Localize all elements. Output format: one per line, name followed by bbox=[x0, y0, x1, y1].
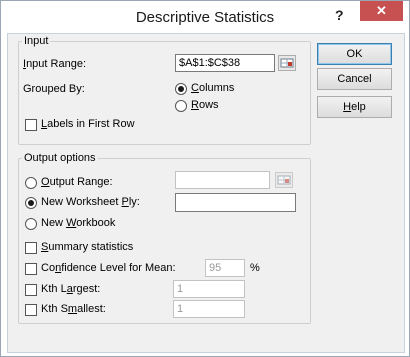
range-select-icon bbox=[280, 58, 294, 68]
new-worksheet-ply-label: New Worksheet Ply: bbox=[41, 196, 140, 208]
percent-sign: % bbox=[250, 262, 260, 274]
rows-radio[interactable] bbox=[175, 100, 187, 112]
kth-smallest-field[interactable]: 1 bbox=[173, 300, 245, 318]
columns-radio[interactable] bbox=[175, 83, 187, 95]
help-button[interactable]: Help bbox=[317, 96, 392, 118]
descriptive-statistics-dialog: Descriptive Statistics ? ✕ Input Input R… bbox=[0, 0, 410, 357]
kth-smallest-label: Kth Smallest: bbox=[41, 303, 106, 315]
rows-label: Rows bbox=[191, 99, 219, 111]
output-range-radio[interactable] bbox=[25, 177, 37, 189]
confidence-level-field[interactable]: 95 bbox=[205, 259, 245, 277]
kth-largest-checkbox[interactable] bbox=[25, 284, 37, 296]
grouped-by-label: Grouped By: bbox=[23, 83, 85, 95]
confidence-level-checkbox[interactable] bbox=[25, 263, 37, 275]
title-bar: Descriptive Statistics ? ✕ bbox=[1, 1, 409, 33]
help-icon[interactable]: ? bbox=[335, 7, 344, 23]
output-range-field[interactable] bbox=[175, 171, 270, 189]
labels-first-row-checkbox[interactable] bbox=[25, 119, 37, 131]
cancel-button[interactable]: Cancel bbox=[317, 68, 392, 90]
range-select-icon bbox=[277, 175, 291, 185]
summary-statistics-checkbox[interactable] bbox=[25, 242, 37, 254]
new-worksheet-ply-field[interactable] bbox=[175, 193, 296, 212]
dialog-title: Descriptive Statistics bbox=[135, 9, 275, 26]
input-range-label: Input Range: bbox=[23, 58, 86, 70]
kth-largest-field[interactable]: 1 bbox=[173, 280, 245, 298]
close-button[interactable]: ✕ bbox=[360, 1, 403, 21]
kth-largest-label: Kth Largest: bbox=[41, 283, 101, 295]
summary-statistics-label: Summary statistics bbox=[41, 241, 134, 253]
input-range-field[interactable]: $A$1:$C$38 bbox=[175, 54, 275, 72]
output-range-collapse-button[interactable] bbox=[275, 172, 293, 188]
new-workbook-label: New Workbook bbox=[41, 217, 116, 229]
new-worksheet-ply-radio[interactable] bbox=[25, 197, 37, 209]
output-range-label: Output Range: bbox=[41, 176, 113, 188]
kth-smallest-checkbox[interactable] bbox=[25, 304, 37, 316]
ok-button[interactable]: OK bbox=[317, 43, 392, 65]
output-options-legend: Output options bbox=[22, 152, 98, 164]
new-workbook-radio[interactable] bbox=[25, 218, 37, 230]
dialog-body: Input Input Range: $A$1:$C$38 Grouped By… bbox=[7, 33, 405, 353]
confidence-level-label: Confidence Level for Mean: bbox=[41, 262, 176, 274]
input-group-legend: Input bbox=[22, 35, 51, 47]
labels-first-row-label: Labels in First Row bbox=[41, 118, 135, 130]
input-range-collapse-button[interactable] bbox=[278, 55, 296, 71]
columns-label: Columns bbox=[191, 82, 235, 94]
